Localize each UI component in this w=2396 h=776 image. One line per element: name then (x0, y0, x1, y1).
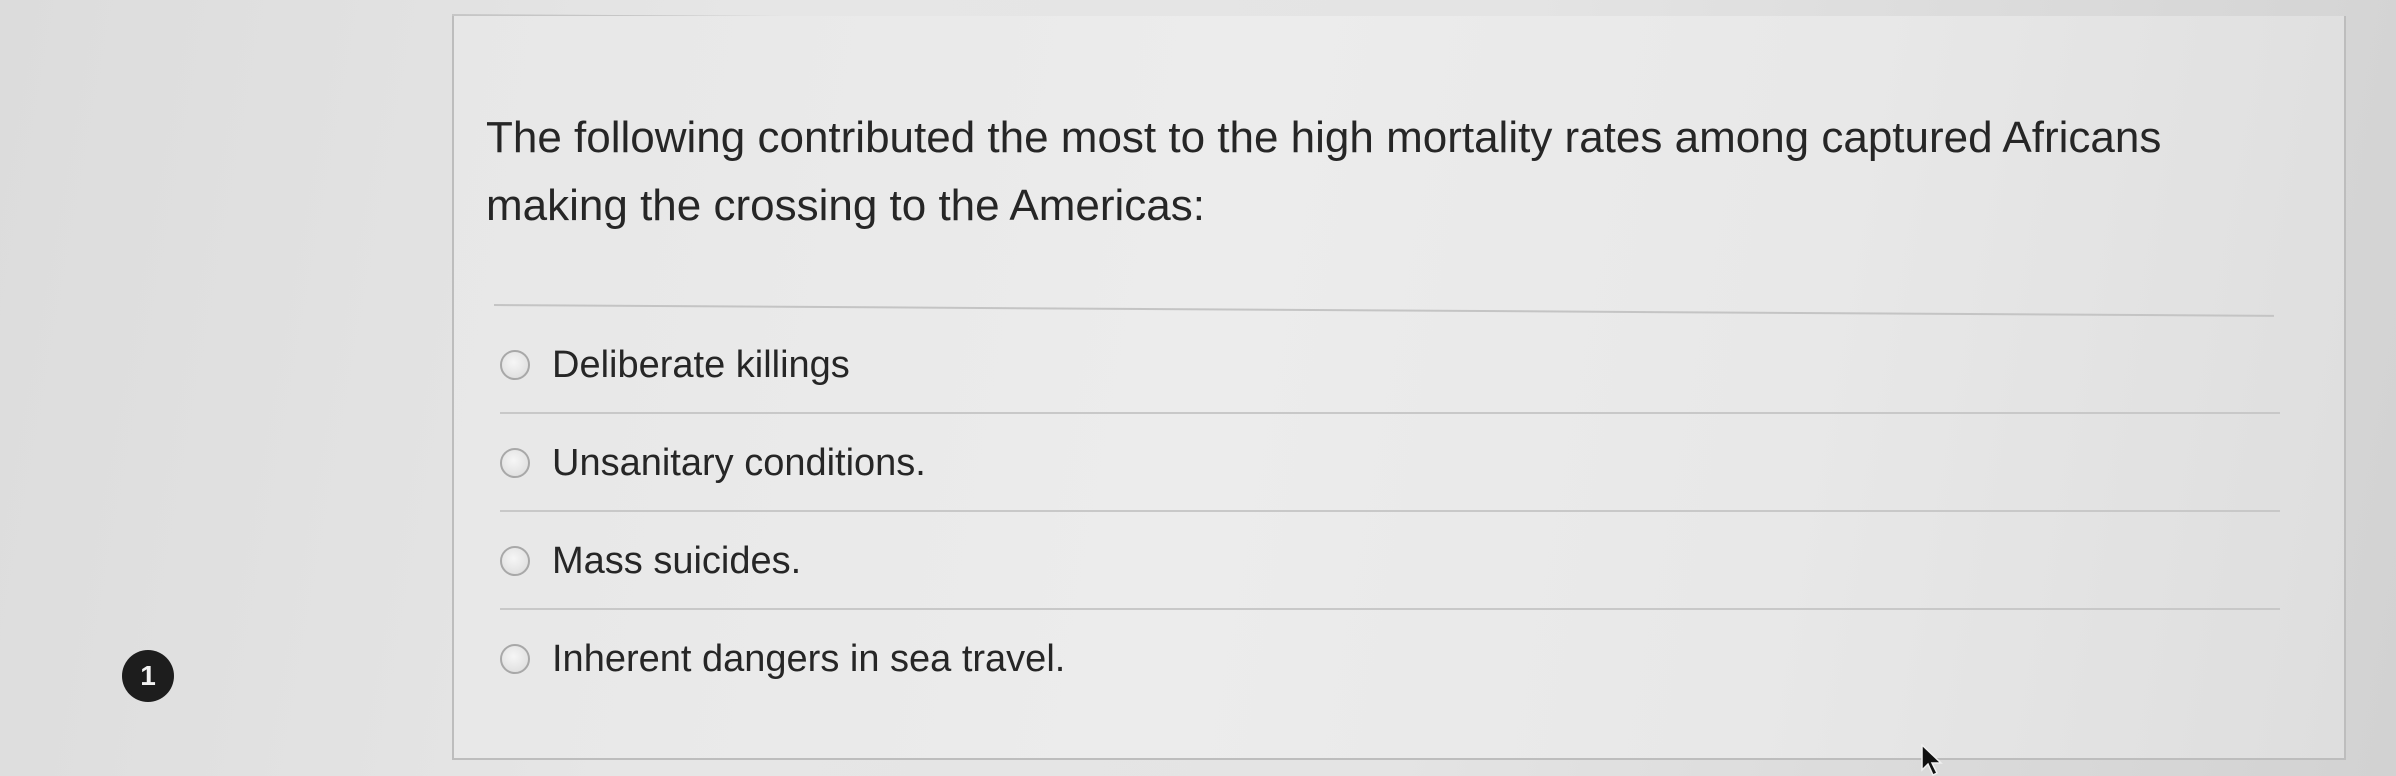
answer-option-label[interactable]: Unsanitary conditions. (552, 442, 926, 485)
question-number-badge: 1 (122, 650, 174, 702)
question-number-text: 1 (140, 660, 156, 691)
answer-option[interactable]: Unsanitary conditions. (500, 414, 2280, 512)
answer-option[interactable]: Deliberate killings (500, 316, 2280, 414)
radio-button-icon[interactable] (500, 350, 530, 380)
question-prompt: The following contributed the most to th… (486, 113, 2162, 230)
answer-option[interactable]: Inherent dangers in sea travel. (500, 610, 2280, 708)
radio-button-icon[interactable] (500, 546, 530, 576)
answer-option[interactable]: Mass suicides. (500, 512, 2280, 610)
arrow-cursor-icon (1921, 744, 1943, 776)
prompt-divider (493, 304, 2274, 317)
answer-option-label[interactable]: Inherent dangers in sea travel. (552, 638, 1065, 681)
radio-button-icon[interactable] (500, 644, 530, 674)
answer-option-label[interactable]: Deliberate killings (552, 344, 850, 387)
radio-button-icon[interactable] (500, 448, 530, 478)
answer-option-label[interactable]: Mass suicides. (552, 540, 801, 583)
answer-options: Deliberate killings Unsanitary condition… (500, 316, 2280, 708)
question-card: The following contributed the most to th… (452, 16, 2346, 760)
quiz-page: 1 The following contributed the most to … (0, 0, 2396, 776)
